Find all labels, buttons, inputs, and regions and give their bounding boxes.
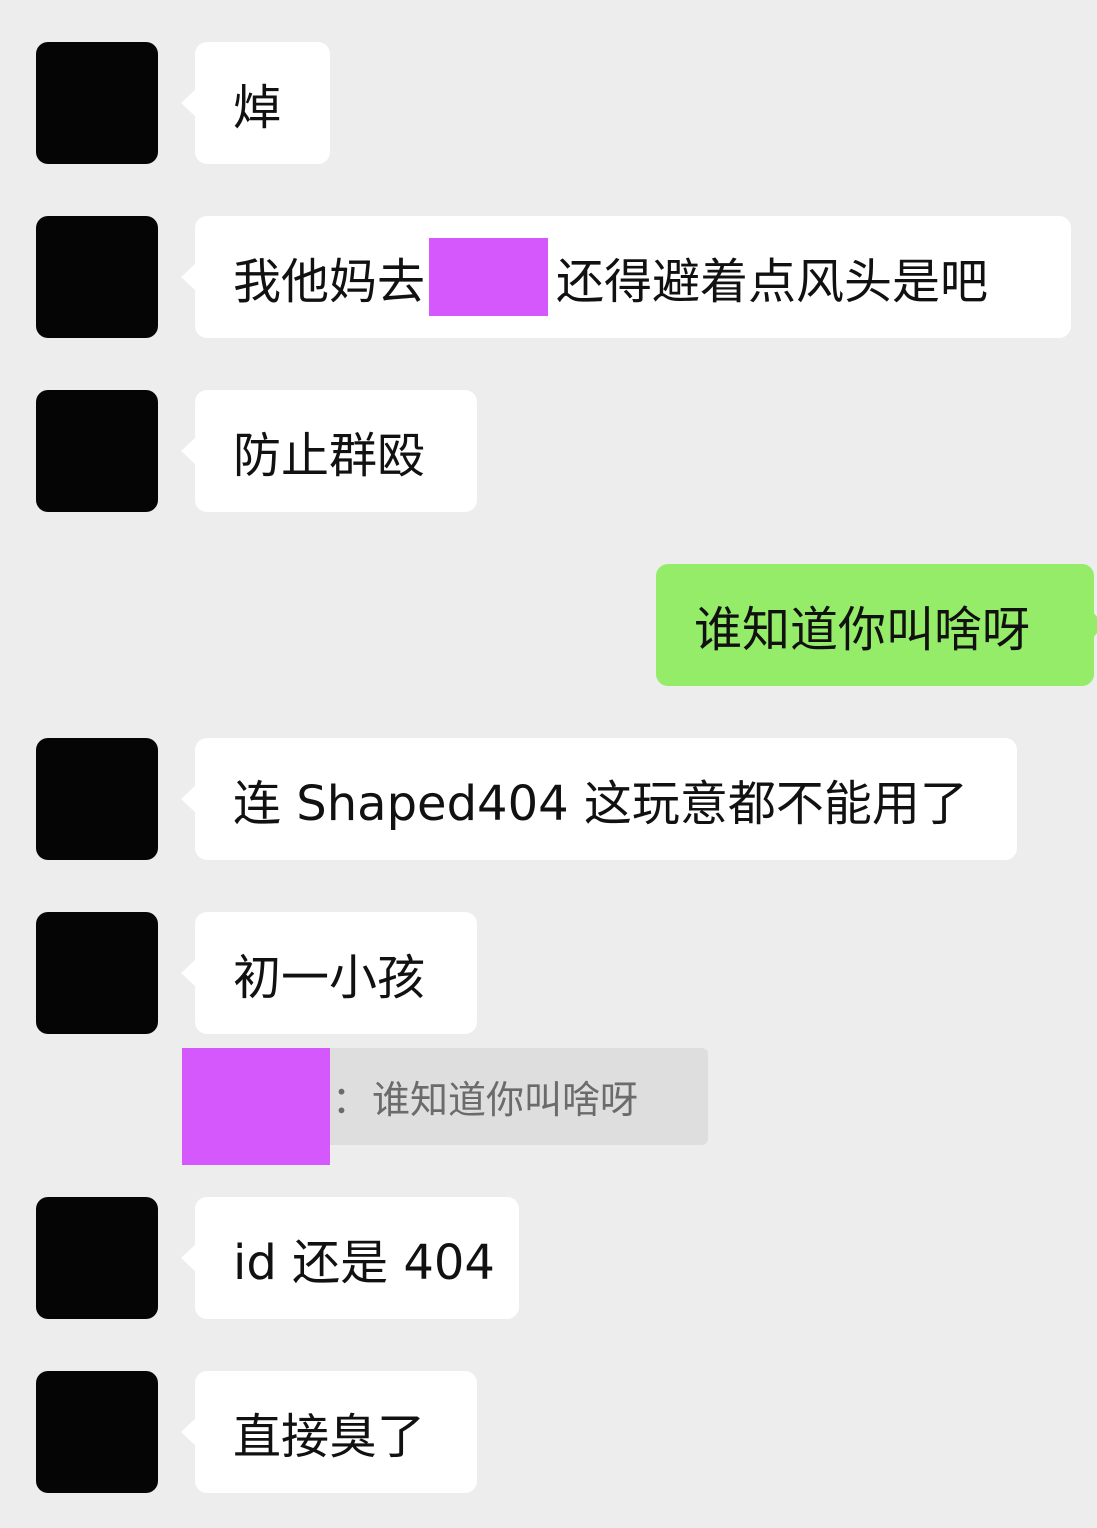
message-text: 初一小孩 [233, 950, 426, 1006]
message-text: 焯 [233, 80, 282, 136]
avatar[interactable] [36, 738, 158, 860]
message-text: 防止群殴 [233, 428, 426, 484]
message-bubble[interactable]: 我他妈去 还得避着点风头是吧 [181, 216, 1071, 338]
message-text-before: 我他妈去 [233, 254, 426, 310]
avatar[interactable] [36, 912, 158, 1034]
redacted-block [429, 238, 549, 316]
avatar[interactable] [36, 42, 158, 164]
quoted-reply[interactable]: ： 谁知道你叫啥呀 [182, 1048, 708, 1165]
message-bubble[interactable]: id 还是 404 [181, 1197, 519, 1319]
message-text-after: 还得避着点风头是吧 [556, 254, 989, 310]
message-text: id 还是 404 [233, 1235, 495, 1291]
quote-separator: ： [332, 1078, 371, 1122]
message-text: 直接臭了 [233, 1409, 426, 1465]
quote-text: 谁知道你叫啥呀 [372, 1078, 639, 1122]
avatar[interactable] [36, 1197, 158, 1319]
message-bubble[interactable]: 连 Shaped404 这玩意都不能用了 [181, 738, 1017, 860]
message-bubble[interactable]: 直接臭了 [181, 1371, 477, 1493]
message-bubble[interactable]: 防止群殴 [181, 390, 477, 512]
avatar[interactable] [36, 1371, 158, 1493]
message-text: 连 Shaped404 这玩意都不能用了 [233, 776, 968, 832]
message-bubble[interactable]: 焯 [181, 42, 330, 164]
message-bubble[interactable]: 初一小孩 [181, 912, 477, 1034]
avatar[interactable] [36, 216, 158, 338]
message-text: 谁知道你叫啥呀 [694, 602, 1031, 658]
redacted-block [182, 1048, 330, 1165]
message-bubble-outgoing[interactable]: 谁知道你叫啥呀 [656, 564, 1097, 686]
avatar[interactable] [36, 390, 158, 512]
